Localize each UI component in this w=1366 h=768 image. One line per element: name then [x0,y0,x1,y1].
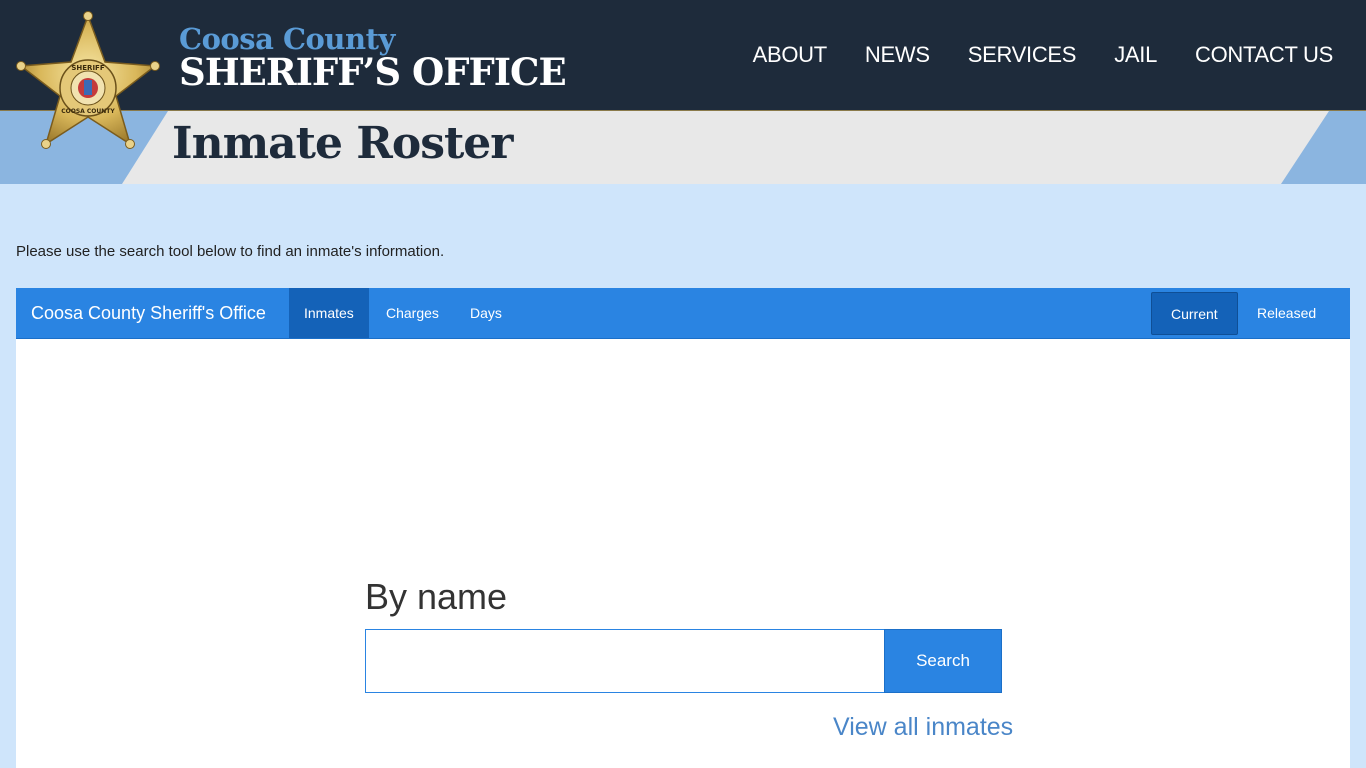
badge-text-bottom: COOSA COUNTY [61,108,115,115]
toggle-released[interactable]: Released [1238,292,1335,335]
search-heading: By name [365,576,508,617]
badge-text-top: SHERIFF [71,64,104,72]
roster-brand[interactable]: Coosa County Sheriff's Office [31,303,266,324]
tab-days[interactable]: Days [455,288,517,338]
site-header: Coosa County SHERIFF’S OFFICE ABOUT NEWS… [0,0,1366,111]
page-title: Inmate Roster [172,118,513,169]
tab-inmates[interactable]: Inmates [289,288,369,338]
brand-office-name[interactable]: SHERIFF’S OFFICE [179,50,567,94]
main-nav: ABOUT NEWS SERVICES JAIL CONTACT US [753,42,1334,68]
tab-charges[interactable]: Charges [371,288,454,338]
search-button[interactable]: Search [884,629,1002,693]
nav-news[interactable]: NEWS [865,42,930,68]
roster-navbar: Coosa County Sheriff's Office Inmates Ch… [16,288,1350,339]
name-search-input[interactable] [365,629,885,693]
sheriff-badge-logo[interactable]: SHERIFF COOSA COUNTY [14,10,162,152]
nav-services[interactable]: SERVICES [968,42,1077,68]
search-panel [16,339,1350,768]
nav-about[interactable]: ABOUT [753,42,828,68]
nav-contact-us[interactable]: CONTACT US [1195,42,1333,68]
toggle-current[interactable]: Current [1151,292,1238,335]
intro-text: Please use the search tool below to find… [16,243,445,260]
view-all-inmates-link[interactable]: View all inmates [833,713,1013,742]
nav-jail[interactable]: JAIL [1114,42,1157,68]
